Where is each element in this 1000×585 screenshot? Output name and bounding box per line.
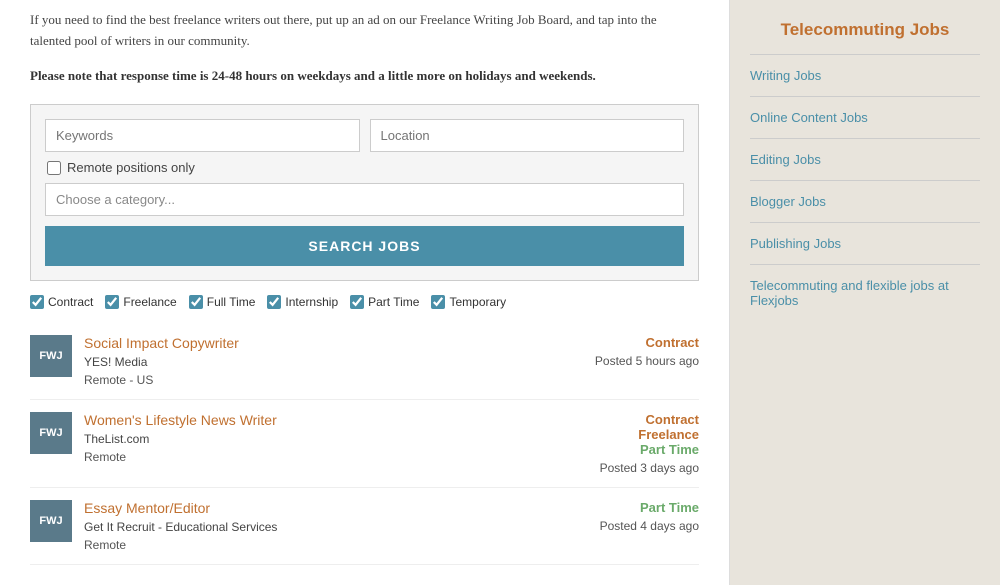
sidebar-link-2[interactable]: Editing Jobs xyxy=(750,145,980,174)
filter-label: Full Time xyxy=(207,295,256,309)
sidebar-link-4[interactable]: Publishing Jobs xyxy=(750,229,980,258)
sidebar-divider xyxy=(750,138,980,139)
job-info: Social Impact Copywriter YES! Media Remote… xyxy=(84,335,577,387)
filter-label: Freelance xyxy=(123,295,176,309)
job-logo: FWJ xyxy=(30,335,72,377)
filter-label: Internship xyxy=(285,295,338,309)
job-location: Remote - US xyxy=(84,373,577,387)
filter-label: Temporary xyxy=(449,295,506,309)
filter-item: Temporary xyxy=(431,295,506,309)
job-meta: ContractFreelancePart Time Posted 3 days … xyxy=(589,412,699,475)
job-title[interactable]: Social Impact Copywriter xyxy=(84,335,239,351)
sidebar-link-3[interactable]: Blogger Jobs xyxy=(750,187,980,216)
sidebar-divider xyxy=(750,180,980,181)
job-meta: Contract Posted 5 hours ago xyxy=(589,335,699,368)
intro-paragraph: If you need to find the best freelance w… xyxy=(30,10,699,52)
job-title[interactable]: Essay Mentor/Editor xyxy=(84,500,210,516)
job-type: Contract xyxy=(589,335,699,350)
sidebar-divider xyxy=(750,264,980,265)
job-company: YES! Media xyxy=(84,355,577,369)
sidebar-link-5[interactable]: Telecommuting and flexible jobs at Flexj… xyxy=(750,271,980,315)
job-company: Get It Recruit - Educational Services xyxy=(84,520,577,534)
job-type: Part Time xyxy=(589,442,699,457)
job-card: FWJ Women's Lifestyle News Writer TheList.… xyxy=(30,400,699,488)
job-type: Contract xyxy=(589,412,699,427)
sidebar-divider xyxy=(750,222,980,223)
keywords-input[interactable] xyxy=(45,119,360,152)
main-content: If you need to find the best freelance w… xyxy=(0,0,730,585)
job-location: Remote xyxy=(84,450,577,464)
job-logo-text: FWJ xyxy=(39,427,62,440)
sidebar-links: Writing Jobs Online Content Jobs Editing J… xyxy=(750,54,980,315)
category-select[interactable]: Choose a category... xyxy=(45,183,684,216)
filter-checkbox-temporary[interactable] xyxy=(431,295,445,309)
filter-label: Contract xyxy=(48,295,93,309)
filter-checkbox-freelance[interactable] xyxy=(105,295,119,309)
filter-checkbox-internship[interactable] xyxy=(267,295,281,309)
job-location: Remote xyxy=(84,538,577,552)
job-posted: Posted 4 days ago xyxy=(589,519,699,533)
sidebar-link-0[interactable]: Writing Jobs xyxy=(750,61,980,90)
filter-checkbox-full-time[interactable] xyxy=(189,295,203,309)
notice-paragraph: Please note that response time is 24-48 … xyxy=(30,66,699,87)
filter-item: Freelance xyxy=(105,295,176,309)
job-meta: Part Time Posted 4 days ago xyxy=(589,500,699,533)
sidebar-title: Telecommuting Jobs xyxy=(750,20,980,40)
job-logo: FWJ xyxy=(30,500,72,542)
filter-item: Internship xyxy=(267,295,338,309)
job-posted: Posted 3 days ago xyxy=(589,461,699,475)
job-card: FWJ Essay Mentor/Editor Get It Recruit - E… xyxy=(30,488,699,565)
job-info: Essay Mentor/Editor Get It Recruit - Educ… xyxy=(84,500,577,552)
job-posted: Posted 5 hours ago xyxy=(589,354,699,368)
job-type: Part Time xyxy=(589,500,699,515)
search-jobs-button[interactable]: SEARCH JOBS xyxy=(45,226,684,266)
job-logo: FWJ xyxy=(30,412,72,454)
job-company: TheList.com xyxy=(84,432,577,446)
filter-checkbox-contract[interactable] xyxy=(30,295,44,309)
remote-checkbox[interactable] xyxy=(47,161,61,175)
search-inputs-row xyxy=(45,119,684,152)
remote-label: Remote positions only xyxy=(67,160,195,175)
job-type: Freelance xyxy=(589,427,699,442)
filter-item: Contract xyxy=(30,295,93,309)
job-info: Women's Lifestyle News Writer TheList.com… xyxy=(84,412,577,464)
location-input[interactable] xyxy=(370,119,685,152)
sidebar-divider xyxy=(750,54,980,55)
jobs-list: FWJ Social Impact Copywriter YES! Media Rem… xyxy=(30,323,699,565)
remote-row: Remote positions only xyxy=(45,160,684,175)
job-title[interactable]: Women's Lifestyle News Writer xyxy=(84,412,277,428)
sidebar-divider xyxy=(750,96,980,97)
filter-label: Part Time xyxy=(368,295,419,309)
sidebar: Telecommuting Jobs Writing Jobs Online Co… xyxy=(730,0,1000,585)
filter-item: Part Time xyxy=(350,295,419,309)
job-logo-text: FWJ xyxy=(39,350,62,363)
filter-item: Full Time xyxy=(189,295,256,309)
sidebar-link-1[interactable]: Online Content Jobs xyxy=(750,103,980,132)
filters-row: Contract Freelance Full Time Internship Part… xyxy=(30,295,699,309)
job-logo-text: FWJ xyxy=(39,515,62,528)
search-box: Remote positions only Choose a category.… xyxy=(30,104,699,281)
filter-checkbox-part-time[interactable] xyxy=(350,295,364,309)
job-card: FWJ Social Impact Copywriter YES! Media Rem… xyxy=(30,323,699,400)
